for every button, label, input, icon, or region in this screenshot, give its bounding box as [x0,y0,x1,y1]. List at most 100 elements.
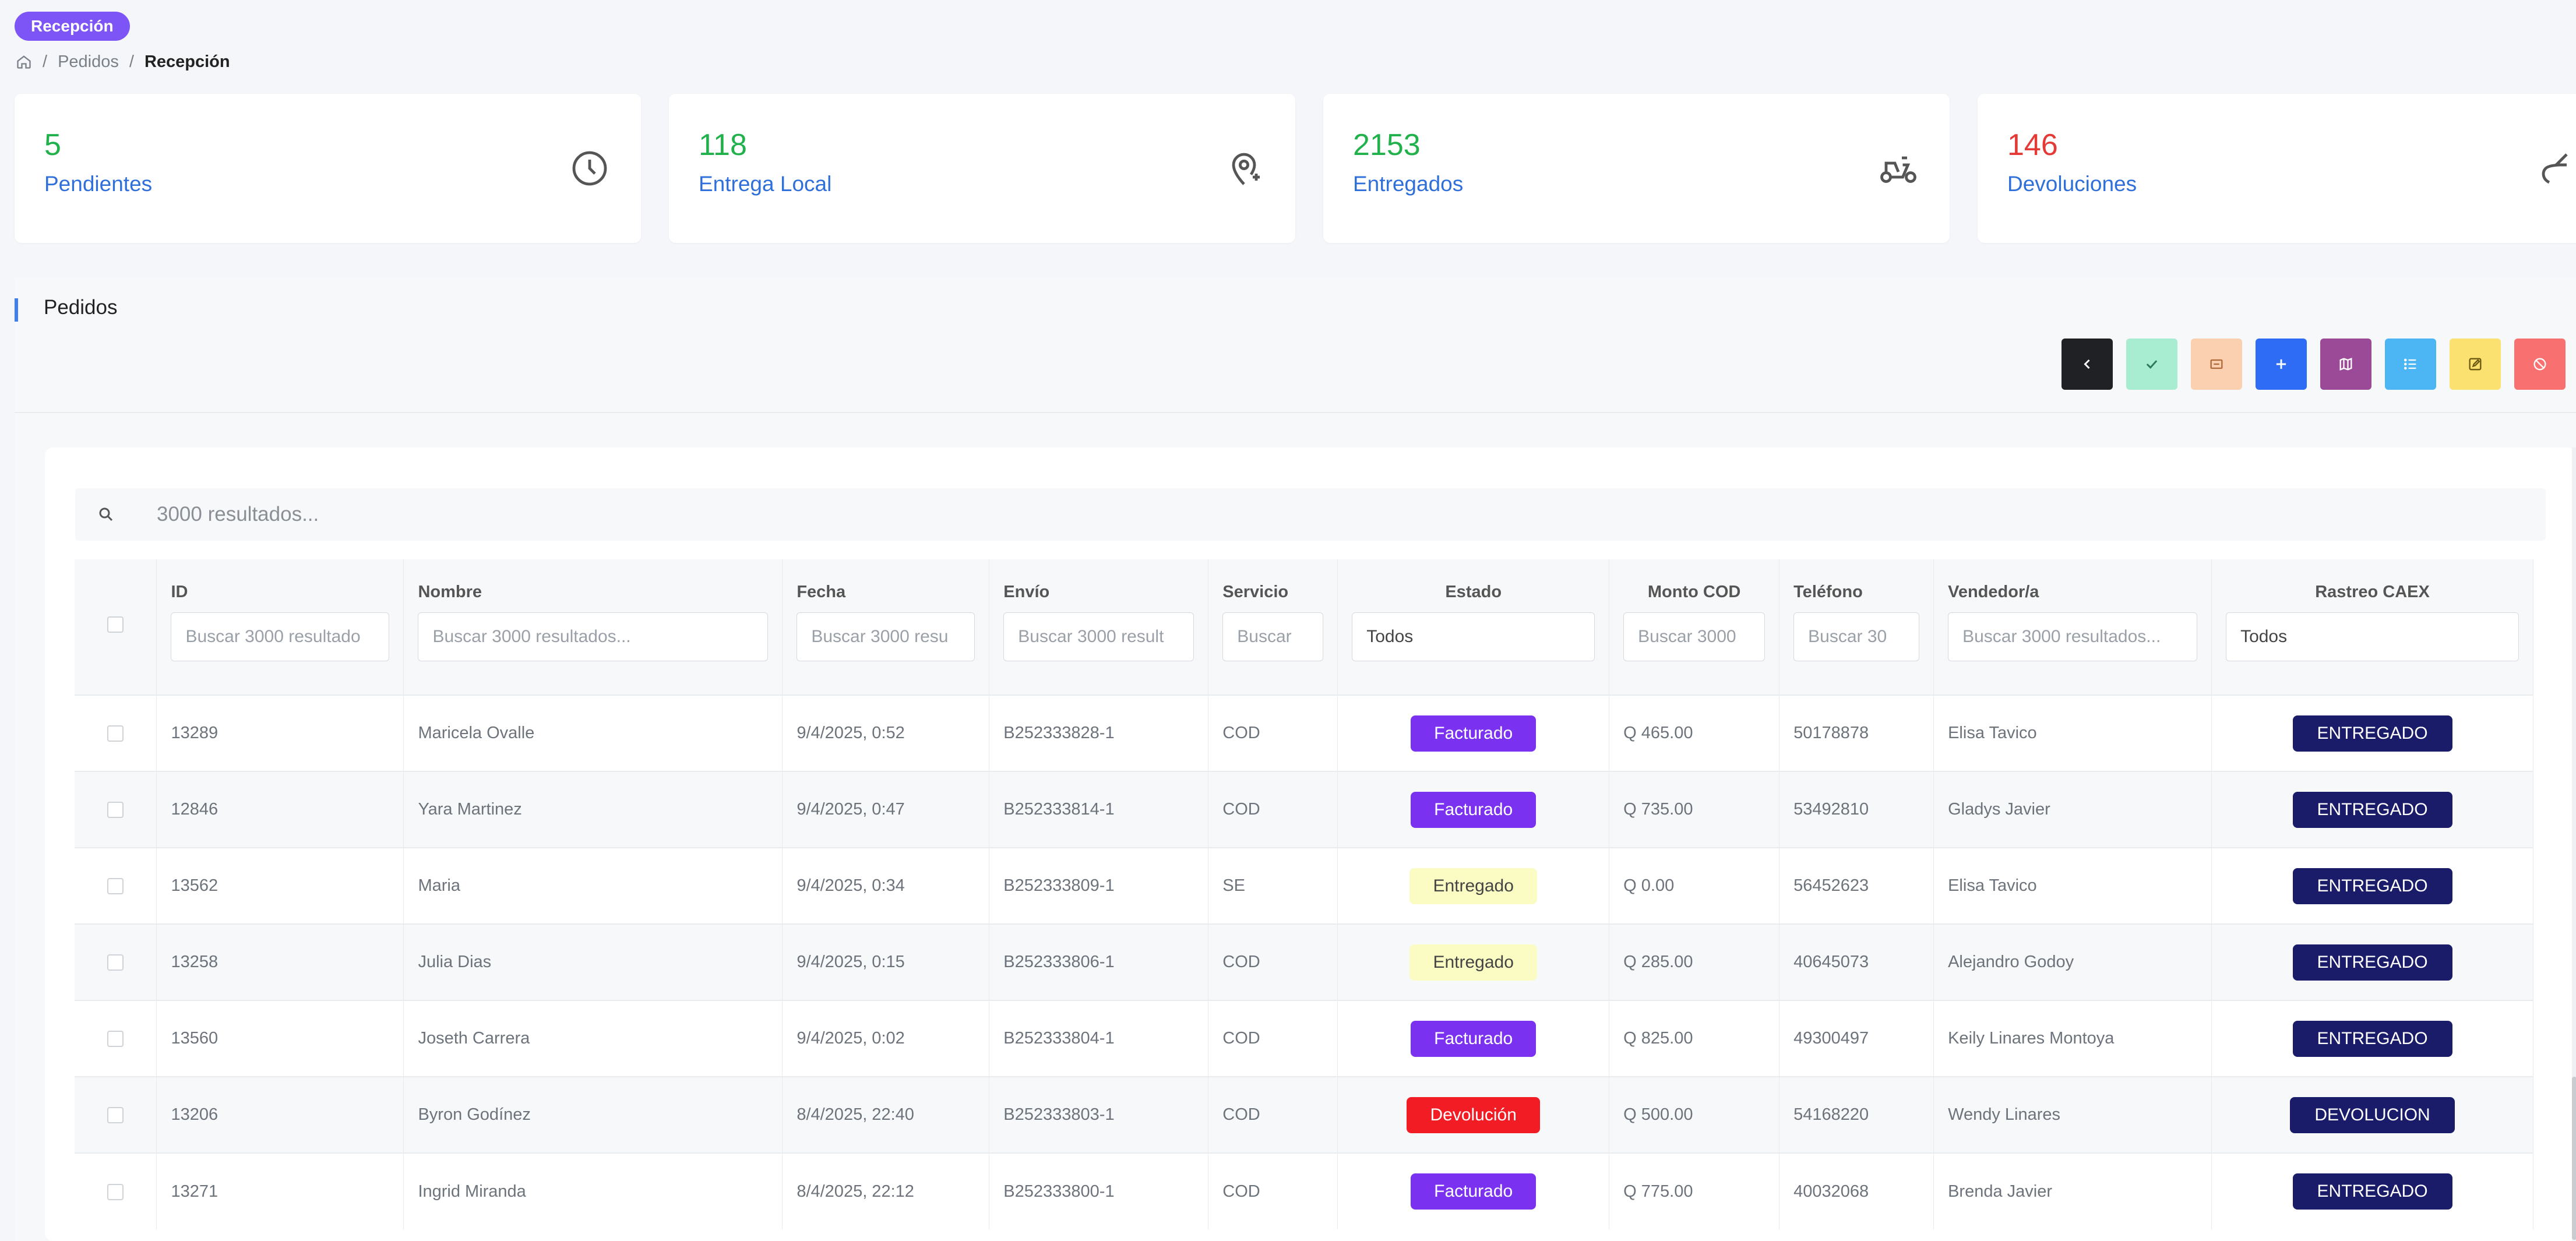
map-pin-icon [1232,153,1260,185]
status-badge: Devolución [1407,1097,1540,1133]
row-select-cell [75,1000,157,1077]
tracking-badge[interactable]: ENTREGADO [2292,715,2452,752]
cell-nombre: Joseth Carrera [403,1000,783,1077]
cancel-button[interactable] [2514,339,2566,390]
header-id[interactable]: ID Buscar 3000 resultado [156,559,404,695]
header-nombre[interactable]: Nombre Buscar 3000 resultados... [403,559,783,695]
header-monto-cod[interactable]: Monto COD Buscar 3000 [1609,559,1780,695]
table-row[interactable]: 13206 Byron Godínez 8/4/2025, 22:40 B252… [75,1076,2533,1153]
cell-nombre: Maricela Ovalle [403,694,783,771]
stat-card-entregados[interactable]: 2153 Entregados [1323,94,1950,243]
filter-vendedor[interactable]: Buscar 3000 resultados... [1948,612,2198,661]
table-row[interactable]: 13258 Julia Dias 9/4/2025, 0:15 B2523338… [75,923,2533,1000]
confirm-button[interactable] [2126,339,2177,390]
cell-telefono: 40032068 [1779,1152,1934,1229]
cell-fecha: 9/4/2025, 0:47 [782,771,990,848]
stat-value: 146 [2007,128,2058,162]
cell-servicio: COD [1208,771,1338,848]
cell-envio: B252333806-1 [989,923,1209,1000]
filter-id[interactable]: Buscar 3000 resultado [171,612,390,661]
row-checkbox[interactable] [107,1107,124,1124]
plus-icon [2276,359,2286,369]
breadcrumb-item-pedidos[interactable]: Pedidos [58,52,119,72]
cell-rastreo: ENTREGADO [2211,771,2533,848]
row-checkbox[interactable] [107,1183,124,1200]
row-checkbox[interactable] [107,954,124,971]
filter-fecha[interactable]: Buscar 3000 resu [797,612,975,661]
table-row[interactable]: 13271 Ingrid Miranda 8/4/2025, 22:12 B25… [75,1152,2533,1229]
ticket-icon [2210,359,2223,369]
cell-fecha: 8/4/2025, 22:40 [782,1076,990,1153]
tracking-badge[interactable]: ENTREGADO [2292,1173,2452,1210]
tracking-badge[interactable]: DEVOLUCION [2290,1097,2455,1133]
edit-icon [2469,358,2482,371]
filter-nombre[interactable]: Buscar 3000 resultados... [418,612,769,661]
tracking-badge[interactable]: ENTREGADO [2292,791,2452,828]
scrollbar-thumb[interactable] [2572,1077,2576,1240]
table-row[interactable]: 12846 Yara Martinez 9/4/2025, 0:47 B2523… [75,771,2533,848]
table-row[interactable]: 13560 Joseth Carrera 9/4/2025, 0:02 B252… [75,1000,2533,1077]
filter-estado-select[interactable]: Todos [1352,612,1595,661]
cell-vendedor: Elisa Tavico [1933,847,2212,924]
cell-nombre: Maria [403,847,783,924]
row-checkbox[interactable] [107,725,124,742]
header-vendedor[interactable]: Vendedor/a Buscar 3000 resultados... [1933,559,2212,695]
cell-monto: Q 285.00 [1609,923,1780,1000]
cell-id: 13258 [156,923,404,1000]
cell-vendedor: Gladys Javier [1933,771,2212,848]
cell-rastreo: DEVOLUCION [2211,1076,2533,1153]
cell-fecha: 9/4/2025, 0:02 [782,1000,990,1077]
filter-servicio[interactable]: Buscar [1222,612,1324,661]
filter-monto[interactable]: Buscar 3000 [1623,612,1766,661]
orders-panel: Pedidos 3000 resultados... ID Buscar 300… [15,277,2576,1241]
filter-telefono[interactable]: Buscar 30 [1793,612,1920,661]
stat-value: 118 [699,128,747,162]
cell-telefono: 50178878 [1779,694,1934,771]
header-envio[interactable]: Envío Buscar 3000 result [989,559,1209,695]
stat-value: 5 [44,128,61,162]
stat-card-entrega-local[interactable]: 118 Entrega Local [669,94,1295,243]
list-button[interactable] [2385,339,2436,390]
chevron-left-icon [2084,359,2090,369]
cell-monto: Q 500.00 [1609,1076,1780,1153]
header-servicio[interactable]: Servicio Buscar [1208,559,1338,695]
table-row[interactable]: 13289 Maricela Ovalle 9/4/2025, 0:52 B25… [75,694,2533,771]
add-button[interactable] [2256,339,2307,390]
title-accent-bar [15,298,18,322]
row-checkbox[interactable] [107,802,124,819]
filter-rastreo-select[interactable]: Todos [2226,612,2519,661]
table-card: IDBuscar 3000 resultado NombreBuscar 300… [45,447,2576,1241]
stat-card-pendientes[interactable]: 5 Pendientes [15,94,641,243]
header-estado[interactable]: Estado Todos [1337,559,1610,695]
scooter-icon [1880,156,1916,183]
filter-envio[interactable]: Buscar 3000 result [1003,612,1194,661]
cell-servicio: COD [1208,1152,1338,1229]
back-button[interactable] [2061,339,2113,390]
ticket-button[interactable] [2191,339,2242,390]
cell-monto: Q 775.00 [1609,1152,1780,1229]
header-rastreo-caex[interactable]: Rastreo CAEX Todos [2211,559,2533,695]
edit-button[interactable] [2450,339,2501,390]
row-select-cell [75,923,157,1000]
stat-card-devoluciones[interactable]: 146 Devoluciones [1978,94,2576,243]
tracking-badge[interactable]: ENTREGADO [2292,868,2452,904]
tracking-badge[interactable]: ENTREGADO [2292,944,2452,981]
return-arrow-icon [2542,153,2568,184]
home-icon[interactable] [16,54,32,70]
stat-cards: 5 Pendientes 118 Entrega Local 2153 Entr… [15,94,2576,243]
cell-vendedor: Keily Linares Montoya [1933,1000,2212,1077]
map-button[interactable] [2320,339,2371,390]
select-all-checkbox[interactable] [107,616,124,633]
cell-fecha: 9/4/2025, 0:52 [782,694,990,771]
cell-estado: Entregado [1337,847,1610,924]
row-checkbox[interactable] [107,878,124,895]
table-row[interactable]: 13562 Maria 9/4/2025, 0:34 B252333809-1 … [75,847,2533,924]
cell-fecha: 8/4/2025, 22:12 [782,1152,990,1229]
cell-envio: B252333814-1 [989,771,1209,848]
tracking-badge[interactable]: ENTREGADO [2292,1020,2452,1057]
cell-telefono: 56452623 [1779,847,1934,924]
header-telefono[interactable]: Teléfono Buscar 30 [1779,559,1934,695]
row-checkbox[interactable] [107,1031,124,1048]
header-fecha[interactable]: Fecha Buscar 3000 resu [782,559,990,695]
search-input[interactable] [157,496,2429,533]
